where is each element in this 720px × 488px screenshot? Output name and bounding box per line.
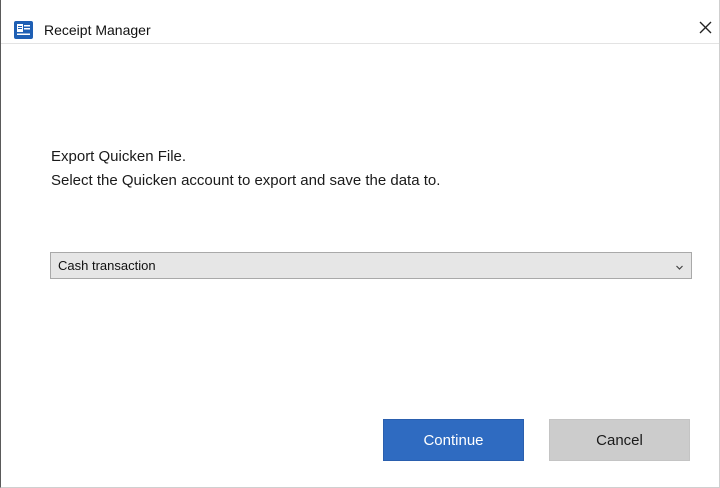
close-button[interactable] xyxy=(693,12,717,42)
selected-account: Cash transaction xyxy=(58,258,156,273)
receipt-manager-app-icon xyxy=(14,21,33,39)
export-heading: Export Quicken File. xyxy=(51,148,187,165)
close-icon xyxy=(699,21,711,33)
window-title: Receipt Manager xyxy=(44,22,151,38)
cancel-button[interactable]: Cancel xyxy=(549,419,690,461)
title-bar: Receipt Manager xyxy=(1,0,719,44)
export-description: Select the Quicken account to export and… xyxy=(51,172,441,189)
continue-button[interactable]: Continue xyxy=(383,419,524,461)
chevron-down-icon xyxy=(675,260,684,270)
quicken-account-select[interactable]: Cash transaction xyxy=(50,252,692,279)
export-instructions: Export Quicken File. Select the Quicken … xyxy=(51,145,440,193)
receipt-manager-dialog: Receipt Manager Export Quicken File. Sel… xyxy=(0,0,720,488)
